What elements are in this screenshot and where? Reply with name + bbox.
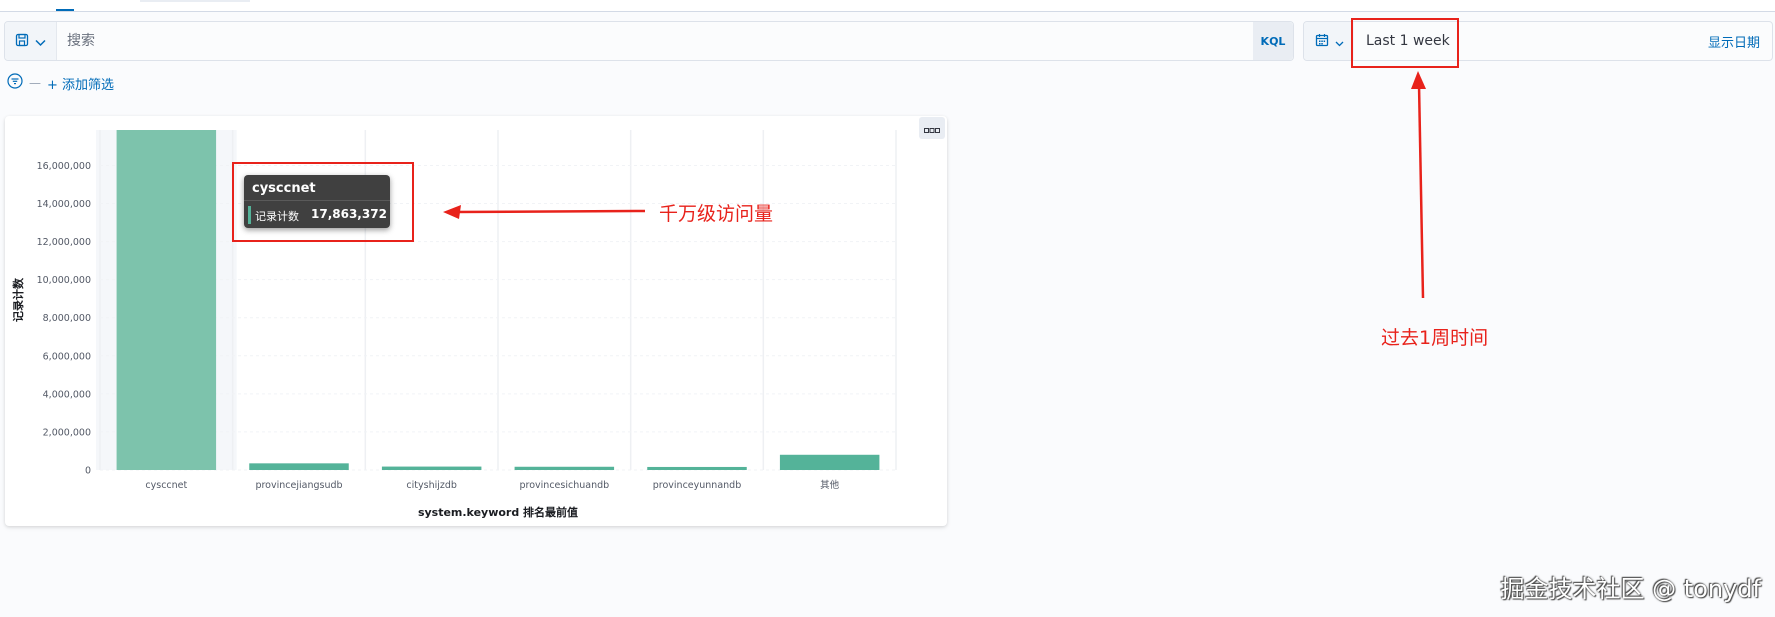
time-annotation-text: 过去1周时间 — [1381, 327, 1489, 349]
annotation-arrows — [443, 71, 1426, 299]
watermark: 掘金技术社区 @ tonydf — [1500, 575, 1761, 603]
arrow-to-tooltip-head — [443, 205, 461, 219]
arrow-to-time-head — [1411, 71, 1426, 89]
tooltip-annotation-text: 千万级访问量 — [659, 203, 774, 225]
arrow-to-tooltip-line — [454, 209, 646, 214]
arrow-to-time-line — [1417, 83, 1425, 299]
